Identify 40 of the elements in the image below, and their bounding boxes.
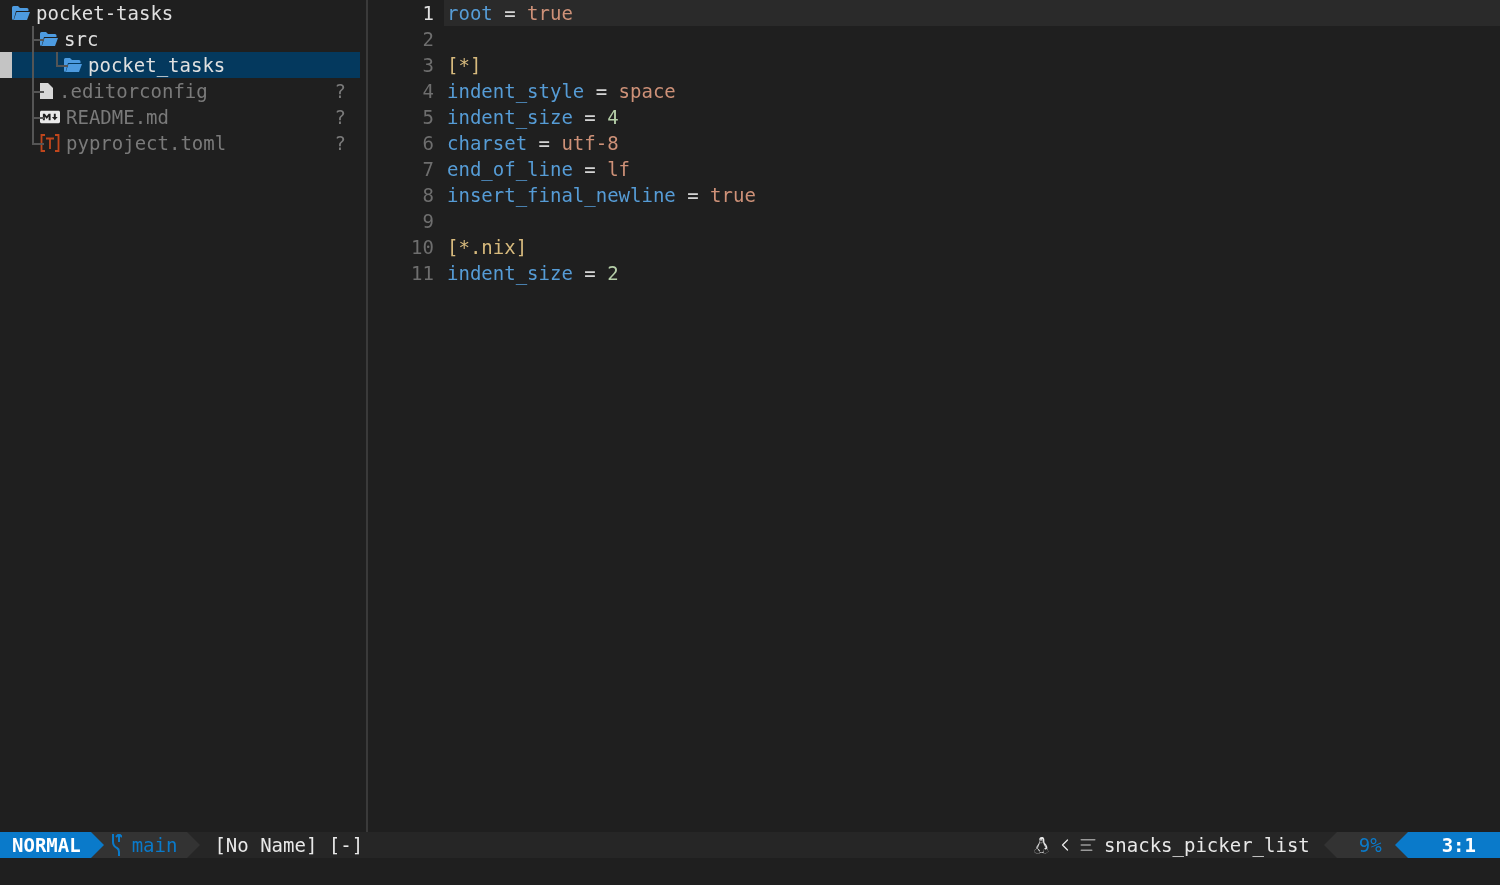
tree-item[interactable]: README.md bbox=[66, 104, 169, 130]
file-type: snacks_picker_list bbox=[1103, 833, 1310, 858]
line-number: 10 bbox=[410, 235, 434, 260]
code-line: indent_size = 2 bbox=[446, 261, 620, 286]
markdown-icon bbox=[40, 108, 60, 126]
line-number: 11 bbox=[410, 261, 434, 286]
tree-item[interactable]: .editorconfig bbox=[59, 78, 208, 104]
code-line: indent_style = space bbox=[446, 79, 677, 104]
git-status: ? bbox=[334, 105, 346, 130]
git-status: ? bbox=[334, 131, 346, 156]
git-status: ? bbox=[334, 79, 346, 104]
linux-icon bbox=[1033, 836, 1049, 854]
folder-icon bbox=[12, 6, 30, 20]
file-name: [No Name] [-] bbox=[214, 833, 364, 858]
cursor-marker bbox=[0, 52, 12, 78]
line-number: 6 bbox=[421, 131, 434, 156]
tree-item[interactable]: pocket-tasks bbox=[36, 0, 174, 26]
toml-icon bbox=[40, 134, 60, 152]
tree-item[interactable]: pyproject.toml bbox=[66, 130, 227, 156]
line-number: 8 bbox=[421, 183, 434, 208]
code-line: end_of_line = lf bbox=[446, 157, 632, 182]
code-line: insert_final_newline = true bbox=[446, 183, 757, 208]
git-branch: main bbox=[131, 833, 178, 858]
file-icon bbox=[40, 83, 53, 99]
tree-item[interactable]: src bbox=[64, 26, 99, 52]
line-number: 1 bbox=[421, 1, 434, 26]
line-number: 9 bbox=[421, 209, 434, 234]
folder-icon bbox=[40, 32, 58, 46]
code-line: indent_size = 4 bbox=[446, 105, 620, 130]
code-line: [*.nix] bbox=[446, 235, 529, 260]
lines-icon bbox=[1078, 836, 1097, 854]
code-line: charset = utf-8 bbox=[446, 131, 620, 156]
code-line: [*] bbox=[446, 53, 483, 78]
line-number: 2 bbox=[421, 27, 434, 52]
line-number: 5 bbox=[421, 105, 434, 130]
line-number: 3 bbox=[421, 53, 434, 78]
folder-icon bbox=[64, 58, 82, 72]
line-number: 4 bbox=[421, 79, 434, 104]
git-branch-icon bbox=[109, 834, 122, 856]
line-number: 7 bbox=[421, 157, 434, 182]
